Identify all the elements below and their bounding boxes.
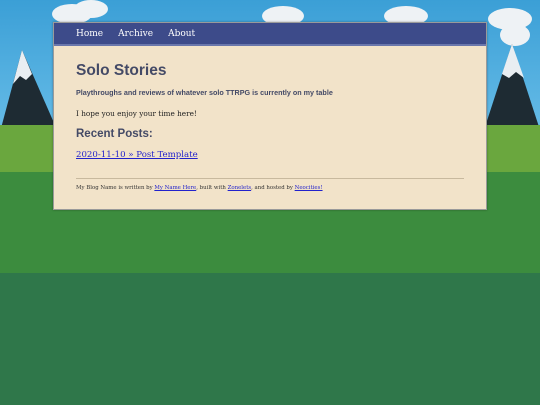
footer-author-link[interactable]: My Name Here	[154, 185, 196, 191]
top-navbar: Home Archive About	[54, 23, 486, 46]
footer-neocities-link[interactable]: Neocities!	[295, 185, 323, 191]
footer-text-2: , built with	[196, 185, 228, 191]
recent-posts-heading: Recent Posts:	[76, 128, 153, 140]
mountain-left	[0, 50, 58, 132]
grass-far	[0, 273, 540, 405]
welcome-text: I hope you enjoy your time here!	[76, 109, 197, 118]
footer-divider	[76, 178, 464, 179]
cloud	[74, 0, 108, 18]
nav-home-link[interactable]: Home	[76, 29, 103, 39]
post-link-template[interactable]: 2020-11-10 » Post Template	[76, 150, 198, 160]
footer-text-1: My Blog Name is written by	[76, 185, 155, 191]
site-footer: My Blog Name is written by My Name Here,…	[76, 185, 464, 191]
nav-archive-link[interactable]: Archive	[118, 29, 153, 39]
site-title: Solo Stories	[76, 62, 167, 79]
nav-about-link[interactable]: About	[168, 29, 195, 39]
footer-text-3: , and hosted by	[251, 185, 295, 191]
mountain-right	[484, 44, 540, 130]
footer-zonelets-link[interactable]: Zonelets	[228, 185, 252, 191]
site-tagline: Playthroughs and reviews of whatever sol…	[76, 88, 333, 97]
main-content: Solo Stories Playthroughs and reviews of…	[54, 46, 486, 191]
cloud	[500, 24, 530, 46]
page-container: Home Archive About Solo Stories Playthro…	[53, 22, 487, 210]
